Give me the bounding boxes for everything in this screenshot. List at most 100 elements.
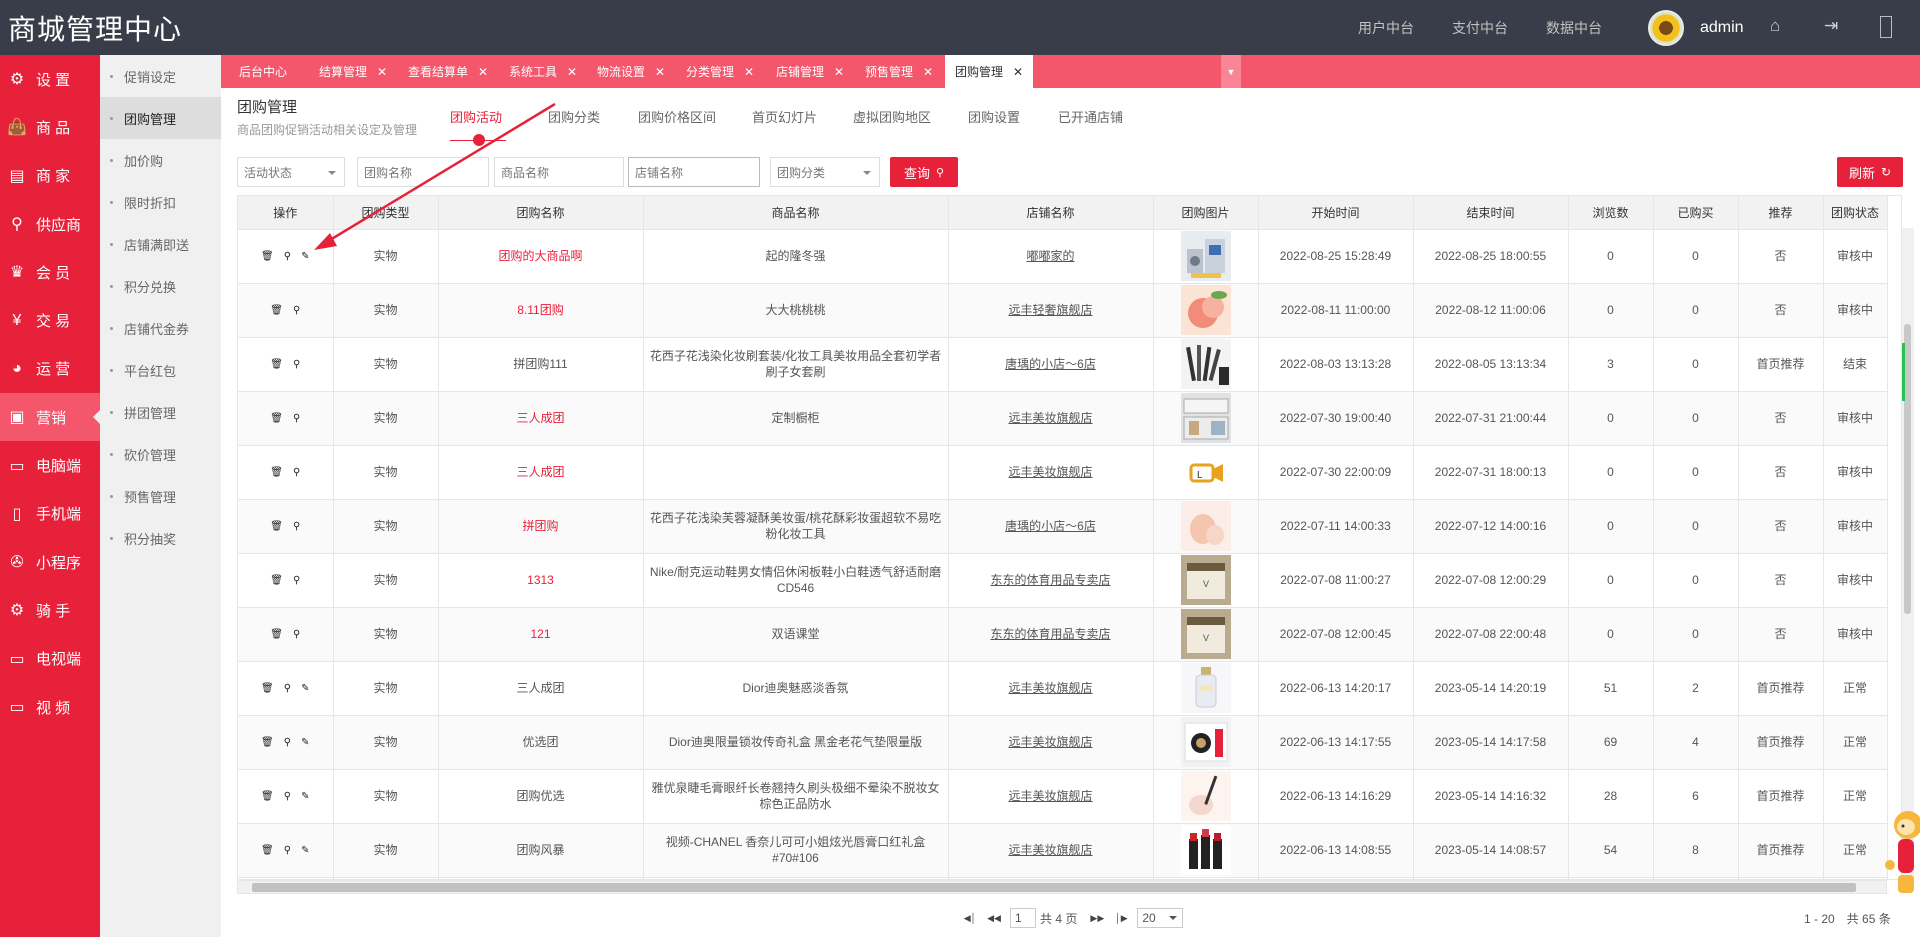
product-thumbnail[interactable] (1180, 825, 1231, 875)
username[interactable]: admin (1700, 19, 1744, 37)
shop-link[interactable]: 唐瑀的小店～6店 (1005, 357, 1096, 371)
sidebar-item-3[interactable]: ⚲ 供应商 (0, 200, 100, 248)
subnav-item-0[interactable]: 促销设定 (100, 55, 221, 97)
product-thumbnail[interactable]: V (1180, 609, 1231, 659)
tab-dropdown-icon[interactable]: ▼ (1221, 55, 1241, 88)
shop-link[interactable]: 远丰美妆旗舰店 (1008, 789, 1092, 803)
product-thumbnail[interactable] (1180, 717, 1231, 767)
sidebar-item-6[interactable]: ◕ 运 营 (0, 345, 100, 393)
search-button[interactable]: 查询 ⚲ (890, 157, 958, 187)
shop-link[interactable]: 东东的体育用品专卖店 (990, 627, 1110, 641)
view-icon[interactable]: ⚲ (293, 465, 300, 481)
page-input[interactable]: 1 (1010, 908, 1036, 928)
view-icon[interactable]: ⚲ (284, 681, 291, 697)
close-icon[interactable]: ✕ (478, 65, 488, 79)
sidebar-item-0[interactable]: ⚙ 设 置 (0, 55, 100, 103)
subnav-item-10[interactable]: 预售管理 (100, 475, 221, 517)
next-page-icon[interactable]: ▶▶ (1085, 913, 1109, 924)
view-icon[interactable]: ⚲ (284, 735, 291, 751)
sidebar-item-13[interactable]: ▭ 视 频 (0, 683, 100, 731)
close-icon[interactable]: ✕ (923, 65, 933, 79)
subtab-1[interactable]: 团购分类 (548, 107, 600, 126)
product-thumbnail[interactable] (1180, 771, 1231, 821)
category-select[interactable]: 团购分类 (770, 157, 880, 187)
prev-page-icon[interactable]: ◀◀ (982, 913, 1006, 924)
shop-link[interactable]: 东东的体育用品专卖店 (990, 573, 1110, 587)
subtab-5[interactable]: 团购设置 (968, 107, 1020, 126)
subnav-item-2[interactable]: 加价购 (100, 139, 221, 181)
edit-icon[interactable]: ✎ (301, 789, 309, 805)
subnav-item-11[interactable]: 积分抽奖 (100, 517, 221, 559)
subnav-item-7[interactable]: 平台红包 (100, 349, 221, 391)
table-horizontal-scrollbar[interactable] (237, 880, 1887, 894)
sidebar-item-5[interactable]: ¥ 交 易 (0, 296, 100, 344)
delete-icon[interactable]: 🗑 (270, 465, 283, 481)
subnav-item-8[interactable]: 拼团管理 (100, 391, 221, 433)
close-icon[interactable]: ✕ (744, 65, 754, 79)
delete-icon[interactable]: 🗑 (270, 411, 283, 427)
product-thumbnail[interactable] (1180, 339, 1231, 389)
product-thumbnail[interactable] (1180, 393, 1231, 443)
top-nav-user-center[interactable]: 用户中台 (1358, 18, 1414, 38)
subtab-0[interactable]: 团购活动 (450, 107, 502, 126)
close-icon[interactable]: ✕ (377, 65, 387, 79)
subtab-3[interactable]: 首页幻灯片 (752, 107, 817, 126)
edit-icon[interactable]: ✎ (301, 681, 309, 697)
product-thumbnail[interactable] (1180, 285, 1231, 335)
page-size-select[interactable]: 20 (1137, 908, 1184, 928)
subnav-item-9[interactable]: 砍价管理 (100, 433, 221, 475)
tab-1[interactable]: 结算管理 ✕ (319, 55, 387, 88)
table-vertical-scrollbar[interactable] (1902, 228, 1914, 880)
subtab-6[interactable]: 已开通店铺 (1058, 107, 1123, 126)
edit-icon[interactable]: ✎ (301, 735, 309, 751)
close-icon[interactable]: ✕ (655, 65, 665, 79)
view-icon[interactable]: ⚲ (293, 573, 300, 589)
delete-icon[interactable]: 🗑 (261, 735, 274, 751)
subnav-item-1[interactable]: 团购管理 (100, 97, 221, 139)
sidebar-item-4[interactable]: ♛ 会 员 (0, 248, 100, 296)
view-icon[interactable]: ⚲ (293, 411, 300, 427)
view-icon[interactable]: ⚲ (293, 357, 300, 373)
sidebar-item-9[interactable]: ▯ 手机端 (0, 490, 100, 538)
first-page-icon[interactable]: ◀│ (958, 913, 982, 924)
tab-6[interactable]: 店铺管理 ✕ (776, 55, 844, 88)
delete-icon[interactable]: 🗑 (270, 627, 283, 643)
view-icon[interactable]: ⚲ (293, 519, 300, 535)
view-icon[interactable]: ⚲ (293, 627, 300, 643)
shop-link[interactable]: 远丰美妆旗舰店 (1008, 681, 1092, 695)
tab-5[interactable]: 分类管理 ✕ (686, 55, 754, 88)
shop-link[interactable]: 远丰美妆旗舰店 (1008, 735, 1092, 749)
delete-icon[interactable]: 🗑 (261, 681, 274, 697)
sidebar-item-8[interactable]: ▭ 电脑端 (0, 441, 100, 489)
sidebar-item-1[interactable]: 👜 商 品 (0, 103, 100, 151)
product-thumbnail[interactable] (1180, 663, 1231, 713)
shop-link[interactable]: 远丰美妆旗舰店 (1008, 411, 1092, 425)
tab-8[interactable]: 团购管理 ✕ (945, 55, 1034, 88)
close-icon[interactable]: ✕ (834, 65, 844, 79)
delete-icon[interactable]: 🗑 (270, 357, 283, 373)
tab-2[interactable]: 查看结算单 ✕ (408, 55, 488, 88)
delete-icon[interactable]: 🗑 (261, 789, 274, 805)
top-nav-data-center[interactable]: 数据中台 (1546, 18, 1602, 38)
tab-4[interactable]: 物流设置 ✕ (597, 55, 665, 88)
tab-3[interactable]: 系统工具 ✕ (509, 55, 577, 88)
view-icon[interactable]: ⚲ (284, 789, 291, 805)
shop-link[interactable]: 远丰美妆旗舰店 (1008, 843, 1092, 857)
status-select[interactable]: 活动状态 (237, 157, 345, 187)
sidebar-item-12[interactable]: ▭ 电视端 (0, 635, 100, 683)
view-icon[interactable]: ⚲ (284, 249, 291, 265)
close-icon[interactable]: ✕ (1013, 65, 1023, 79)
product-thumbnail[interactable]: L (1180, 447, 1231, 497)
sidebar-item-2[interactable]: ▤ 商 家 (0, 152, 100, 200)
subnav-item-5[interactable]: 积分兑换 (100, 265, 221, 307)
sidebar-item-11[interactable]: ⚙ 骑 手 (0, 586, 100, 634)
delete-icon[interactable]: 🗑 (270, 573, 283, 589)
edit-icon[interactable]: ✎ (301, 843, 309, 859)
view-icon[interactable]: ⚲ (293, 303, 300, 319)
tab-0[interactable]: 后台中心 (239, 55, 287, 88)
product-name-input[interactable]: 商品名称 (494, 157, 624, 187)
shop-link[interactable]: 远丰轻奢旗舰店 (1008, 303, 1092, 317)
delete-icon[interactable]: 🗑 (261, 843, 274, 859)
subnav-item-6[interactable]: 店铺代金券 (100, 307, 221, 349)
shop-name-input[interactable]: 店铺名称 (628, 157, 760, 187)
